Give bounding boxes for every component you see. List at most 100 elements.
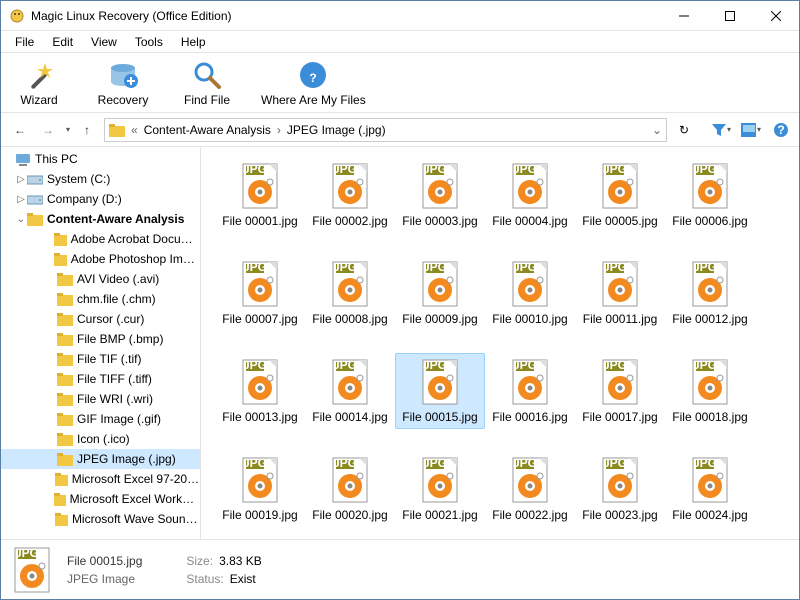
file-item[interactable]: JPGFile 00016.jpg: [485, 353, 575, 429]
where-files-icon: ?: [297, 59, 329, 91]
status-size-label: Size:: [186, 554, 213, 568]
tree-item[interactable]: Adobe Acrobat Document (.pdf): [1, 229, 200, 249]
tree-item[interactable]: Cursor (.cur): [1, 309, 200, 329]
view-mode-button[interactable]: ▾: [741, 120, 761, 140]
file-item[interactable]: JPGFile 00020.jpg: [305, 451, 395, 527]
maximize-button[interactable]: [707, 1, 753, 31]
tree-item[interactable]: File BMP (.bmp): [1, 329, 200, 349]
svg-text:JPG: JPG: [513, 456, 537, 470]
tree-item[interactable]: Microsoft Wave Sound (.wav): [1, 509, 200, 529]
tree-view[interactable]: This PC ▷ System (C:) ▷Company (D:)⌄Conten…: [1, 147, 201, 539]
close-button[interactable]: [753, 1, 799, 31]
tree-item[interactable]: JPEG Image (.jpg): [1, 449, 200, 469]
file-item[interactable]: JPG File 00003.jpg: [395, 157, 485, 233]
history-dropdown[interactable]: ▾: [66, 125, 70, 134]
forward-button[interactable]: →: [37, 119, 59, 141]
wizard-button[interactable]: Wizard: [9, 59, 69, 107]
file-item[interactable]: JPGFile 00018.jpg: [665, 353, 755, 429]
file-name: File 00003.jpg: [402, 214, 477, 228]
breadcrumb-0[interactable]: Content-Aware Analysis: [144, 123, 271, 137]
recovery-icon: [107, 59, 139, 91]
file-item[interactable]: JPGFile 00015.jpg: [395, 353, 485, 429]
tree-item[interactable]: File TIFF (.tiff): [1, 369, 200, 389]
back-button[interactable]: ←: [9, 119, 31, 141]
svg-text:JPG: JPG: [603, 358, 627, 372]
tree-item[interactable]: ▷ System (C:): [1, 169, 200, 189]
tree-item[interactable]: ▷Company (D:): [1, 189, 200, 209]
minimize-button[interactable]: [661, 1, 707, 31]
svg-text:JPG: JPG: [423, 456, 447, 470]
tree-item-label: Cursor (.cur): [77, 312, 144, 326]
file-name: File 00021.jpg: [402, 508, 477, 522]
file-item[interactable]: JPGFile 00011.jpg: [575, 255, 665, 331]
tree-item[interactable]: ⌄Content-Aware Analysis: [1, 209, 200, 229]
statusbar: JPG File 00015.jpg JPEG Image Size:3.83 …: [1, 539, 799, 599]
tree-item-label: System (C:): [47, 172, 110, 186]
breadcrumb-sep: ›: [277, 123, 281, 137]
file-item[interactable]: JPGFile 00024.jpg: [665, 451, 755, 527]
tree-item-label: Icon (.ico): [77, 432, 130, 446]
file-item[interactable]: JPGFile 00006.jpg: [665, 157, 755, 233]
tree-item[interactable]: AVI Video (.avi): [1, 269, 200, 289]
file-name: File 00020.jpg: [312, 508, 387, 522]
file-item[interactable]: JPGFile 00023.jpg: [575, 451, 665, 527]
breadcrumb-1[interactable]: JPEG Image (.jpg): [287, 123, 386, 137]
toolbar: Wizard Recovery Find File ? Where Are My…: [1, 53, 799, 113]
file-item[interactable]: JPGFile 00013.jpg: [215, 353, 305, 429]
where-files-button[interactable]: ? Where Are My Files: [261, 59, 366, 107]
file-item[interactable]: JPGFile 00009.jpg: [395, 255, 485, 331]
tree-item[interactable]: Microsoft Excel 97-2003 (.xls): [1, 469, 200, 489]
file-item[interactable]: JPG File 00021.jpg: [395, 451, 485, 527]
svg-text:JPG: JPG: [333, 358, 357, 372]
file-name: File 00015.jpg: [402, 410, 477, 424]
menu-help[interactable]: Help: [173, 33, 214, 51]
svg-text:JPG: JPG: [333, 162, 357, 176]
menu-view[interactable]: View: [83, 33, 125, 51]
file-name: File 00008.jpg: [312, 312, 387, 326]
tree-item-label: File BMP (.bmp): [77, 332, 163, 346]
recovery-button[interactable]: Recovery: [93, 59, 153, 107]
find-file-button[interactable]: Find File: [177, 59, 237, 107]
svg-text:JPG: JPG: [333, 260, 357, 274]
file-item[interactable]: JPGFile 00012.jpg: [665, 255, 755, 331]
address-dropdown[interactable]: ⌄: [652, 123, 662, 137]
file-item[interactable]: JPGFile 00010.jpg: [485, 255, 575, 331]
tree-item[interactable]: chm.file (.chm): [1, 289, 200, 309]
menu-edit[interactable]: Edit: [44, 33, 81, 51]
tree-item[interactable]: GIF Image (.gif): [1, 409, 200, 429]
window-title: Magic Linux Recovery (Office Edition): [31, 9, 661, 23]
file-item[interactable]: JPG File 00022.jpg: [485, 451, 575, 527]
file-item[interactable]: JPGFile 00014.jpg: [305, 353, 395, 429]
menu-file[interactable]: File: [7, 33, 42, 51]
file-name: File 00022.jpg: [492, 508, 567, 522]
tree-item[interactable]: Adobe Photoshop Image (.psd): [1, 249, 200, 269]
tree-item[interactable]: Icon (.ico): [1, 429, 200, 449]
tree-item[interactable]: Microsoft Excel Worksheet (.xlsx): [1, 489, 200, 509]
app-icon: [9, 8, 25, 24]
pc-icon: [15, 152, 31, 166]
file-item[interactable]: JPGFile 00017.jpg: [575, 353, 665, 429]
file-item[interactable]: JPGFile 00005.jpg: [575, 157, 665, 233]
file-grid[interactable]: JPGFile 00001.jpgJPGFile 00002.jpgJPGFil…: [201, 147, 799, 539]
find-file-label: Find File: [184, 93, 230, 107]
selected-file-icon: JPG: [11, 546, 53, 594]
file-item[interactable]: JPGFile 00007.jpg: [215, 255, 305, 331]
svg-text:JPG: JPG: [423, 162, 447, 176]
filter-button[interactable]: ▾: [711, 120, 731, 140]
file-item[interactable]: JPGFile 00001.jpg: [215, 157, 305, 233]
menu-tools[interactable]: Tools: [127, 33, 171, 51]
help-button[interactable]: ?: [771, 120, 791, 140]
svg-text:JPG: JPG: [15, 546, 39, 560]
up-button[interactable]: ↑: [76, 119, 98, 141]
tree-item[interactable]: File TIF (.tif): [1, 349, 200, 369]
file-name: File 00007.jpg: [222, 312, 297, 326]
file-item[interactable]: JPGFile 00002.jpg: [305, 157, 395, 233]
tree-item[interactable]: File WRI (.wri): [1, 389, 200, 409]
file-item[interactable]: JPG File 00008.jpg: [305, 255, 395, 331]
refresh-button[interactable]: ↻: [673, 119, 695, 141]
tree-root[interactable]: This PC: [1, 149, 200, 169]
chevron-icon: ▷: [15, 174, 27, 185]
file-item[interactable]: JPGFile 00019.jpg: [215, 451, 305, 527]
file-item[interactable]: JPGFile 00004.jpg: [485, 157, 575, 233]
address-bar[interactable]: « Content-Aware Analysis › JPEG Image (.…: [104, 118, 667, 142]
